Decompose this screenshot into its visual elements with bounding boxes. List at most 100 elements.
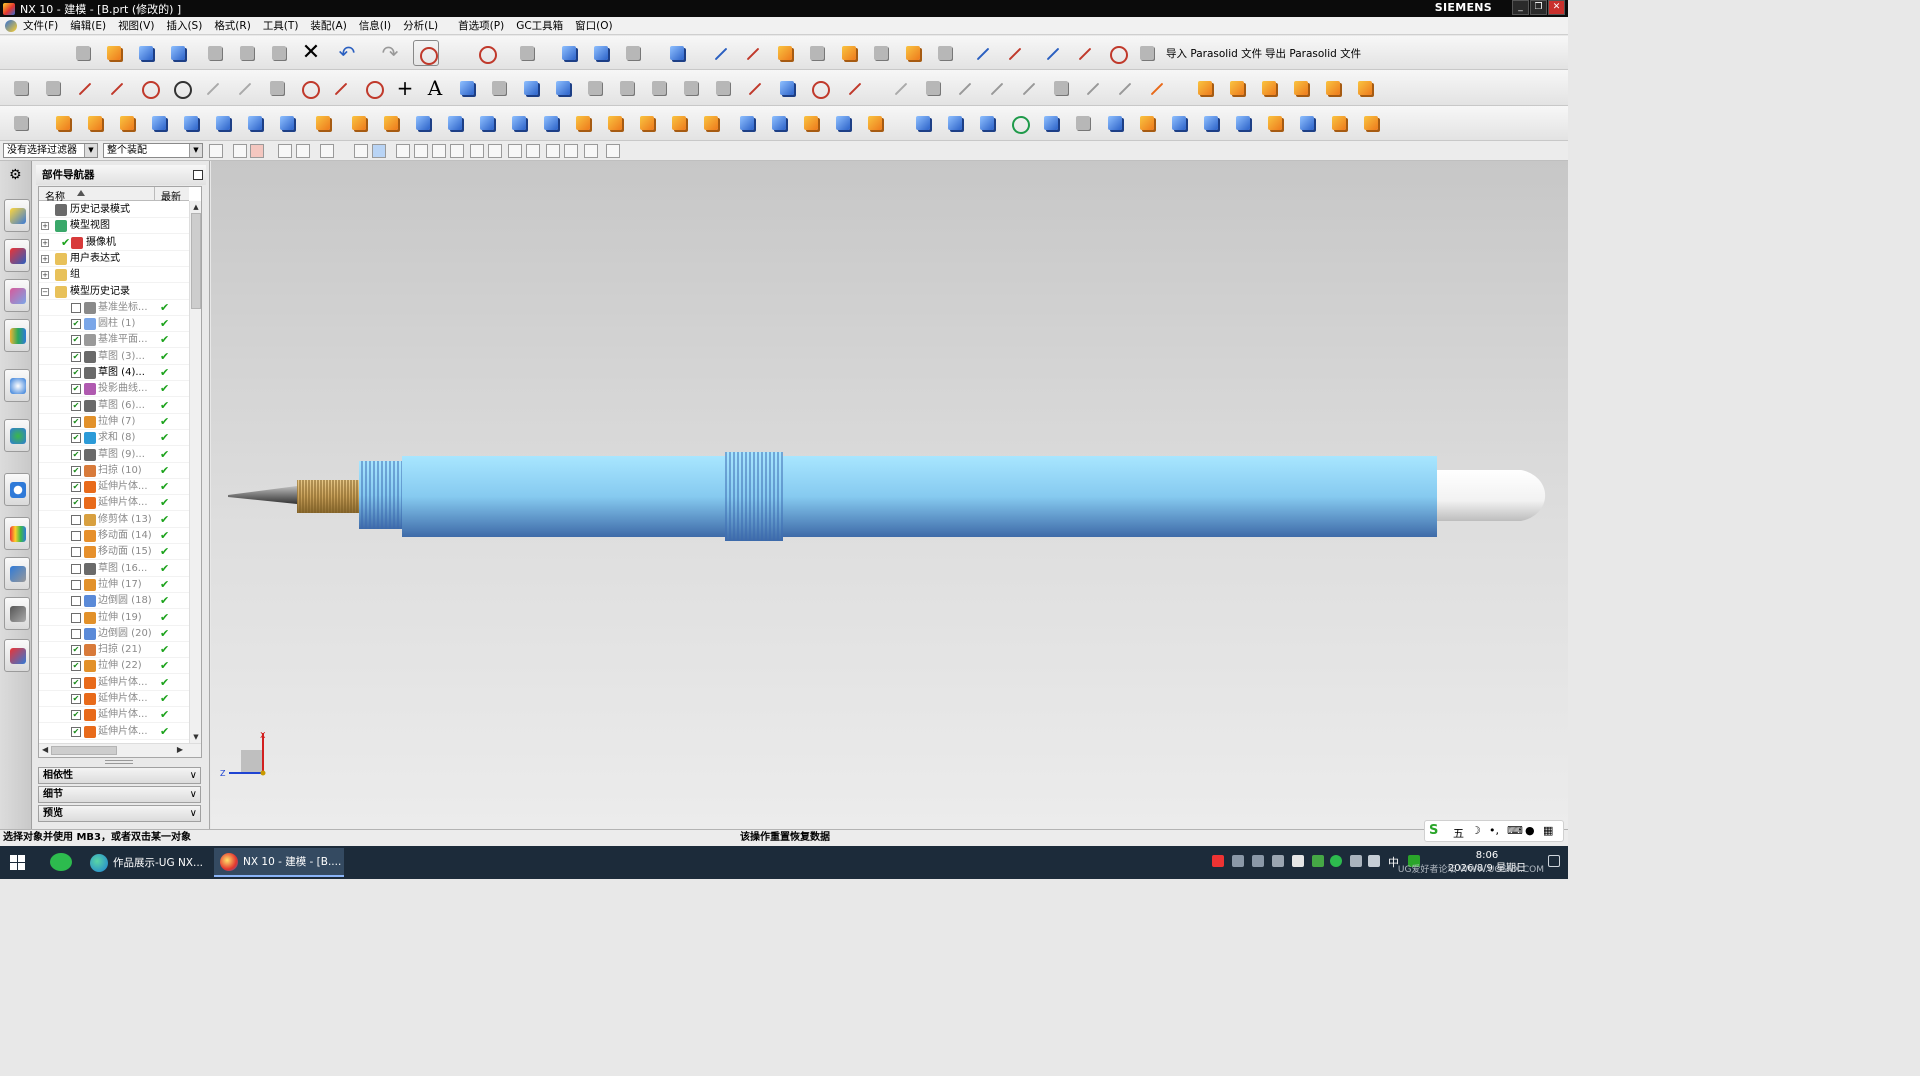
history-feature-row[interactable]: ✔ 基准平面... ✔ [39, 332, 189, 349]
feature-checkbox[interactable]: ✔ [71, 319, 81, 330]
history-feature-row[interactable]: ✔ 延伸片体... ✔ [39, 707, 189, 724]
face-blend-icon[interactable] [1262, 110, 1288, 136]
tree-node[interactable]: + 组 [39, 267, 189, 284]
boss-icon[interactable] [114, 110, 140, 136]
taskbar-edge-window[interactable]: 作品展示-UG NX... [84, 848, 210, 877]
feature-checkbox[interactable]: ✔ [71, 498, 81, 509]
expand-icon[interactable]: − [41, 287, 49, 296]
edit-object-display-icon[interactable] [900, 40, 926, 66]
point-icon[interactable]: + [392, 75, 418, 101]
menu-edit[interactable]: 编辑(E) [70, 18, 106, 33]
info-list-icon[interactable] [932, 40, 958, 66]
history-feature-row[interactable]: ✔ 延伸片体... ✔ [39, 724, 189, 740]
minimize-window-icon[interactable]: _ [1512, 0, 1529, 15]
tangent-icon[interactable] [984, 75, 1010, 101]
tree-vertical-scrollbar[interactable]: ▲ ▼ [189, 201, 201, 743]
pin-icon[interactable] [193, 170, 203, 180]
arc-measure-icon[interactable] [1072, 40, 1098, 66]
snap-intersection-icon[interactable] [450, 144, 464, 158]
expand-icon[interactable]: + [41, 222, 49, 231]
tray-shield-icon[interactable] [1292, 855, 1304, 867]
snap-point-on-face-icon[interactable] [546, 144, 560, 158]
menu-window[interactable]: 窗口(O) [575, 18, 612, 33]
rotate-view-icon[interactable] [514, 40, 540, 66]
thread-icon[interactable] [178, 110, 204, 136]
angle-icon[interactable] [1040, 40, 1066, 66]
menu-preferences[interactable]: 首选项(P) [458, 18, 504, 33]
orient-view-icon[interactable] [664, 40, 690, 66]
paste-icon[interactable] [266, 40, 292, 66]
history-feature-row[interactable]: ✔ 扫掠 (21) ✔ [39, 642, 189, 659]
dimension-icon[interactable] [920, 75, 946, 101]
feature-checkbox[interactable]: ✔ [71, 335, 81, 346]
scroll-down-icon[interactable]: ▼ [191, 732, 201, 742]
feature-checkbox[interactable] [71, 547, 81, 558]
selection-tools-icon[interactable] [606, 144, 620, 158]
graphics-window[interactable]: X Z [211, 161, 1568, 829]
history-feature-row[interactable]: ✔ 求和 (8) ✔ [39, 430, 189, 447]
draft-icon[interactable] [506, 110, 532, 136]
arc-icon[interactable] [136, 75, 162, 101]
tray-monitor-icon[interactable] [1350, 855, 1362, 867]
chamfer-icon[interactable] [442, 110, 468, 136]
history-feature-row[interactable]: 基准坐标... ✔ [39, 300, 189, 316]
feature-checkbox[interactable]: ✔ [71, 465, 81, 476]
history-feature-row[interactable]: ✔ 草图 (4)... ✔ [39, 365, 189, 381]
x-form-icon[interactable] [1294, 110, 1320, 136]
offset-surface-icon[interactable] [1166, 110, 1192, 136]
general-selection-icon[interactable] [233, 144, 247, 158]
history-feature-row[interactable]: 拉伸 (19) ✔ [39, 610, 189, 626]
curve-length-icon[interactable] [842, 75, 868, 101]
tree-node[interactable]: − 模型历史记录 [39, 284, 189, 300]
fix-icon[interactable] [1048, 75, 1074, 101]
menu-analysis[interactable]: 分析(L) [403, 18, 438, 33]
section-curve-icon[interactable] [582, 75, 608, 101]
feature-view-6-icon[interactable] [1352, 75, 1378, 101]
curvature-comb-icon[interactable] [806, 75, 832, 101]
history-feature-row[interactable]: ✔ 拉伸 (7) ✔ [39, 414, 189, 430]
keyboard-icon[interactable]: ⌨ [1507, 824, 1523, 837]
preview-panel[interactable]: 预览 ∨ [38, 805, 201, 822]
skin-icon[interactable]: ▦ [1543, 824, 1553, 837]
snap-options-icon[interactable] [584, 144, 598, 158]
ruled-icon[interactable] [1006, 110, 1032, 136]
type-filter-dropdown[interactable]: 没有选择过滤器 ▼ [3, 143, 98, 158]
snap-arc-center-icon[interactable] [470, 144, 484, 158]
tray-nvidia-icon[interactable] [1312, 855, 1324, 867]
cut-icon[interactable] [202, 40, 228, 66]
shell-icon[interactable] [474, 110, 500, 136]
cylinder-icon[interactable] [210, 110, 236, 136]
expand-icon[interactable]: + [41, 271, 49, 280]
punctuation-icon[interactable]: •, [1489, 824, 1499, 837]
feature-view-5-icon[interactable] [1320, 75, 1346, 101]
dependencies-panel[interactable]: 相依性 ∨ [38, 767, 201, 784]
history-feature-row[interactable]: ✔ 扫掠 (10) ✔ [39, 463, 189, 479]
project-curve-icon[interactable] [518, 75, 544, 101]
feature-checkbox[interactable]: ✔ [71, 400, 81, 411]
menu-view[interactable]: 视图(V) [118, 18, 154, 33]
role-icon[interactable] [4, 639, 30, 672]
rectangle-select-icon[interactable] [320, 144, 334, 158]
feature-view-1-icon[interactable] [1192, 75, 1218, 101]
pen-body[interactable] [402, 456, 1437, 537]
feature-checkbox[interactable]: ✔ [71, 449, 81, 460]
feature-view-4-icon[interactable] [1288, 75, 1314, 101]
feature-view-3-icon[interactable] [1256, 75, 1282, 101]
expand-icon[interactable]: + [41, 238, 49, 247]
through-curves-icon[interactable] [910, 110, 936, 136]
measure-icon[interactable] [868, 40, 894, 66]
history-feature-row[interactable]: 边倒圆 (18) ✔ [39, 593, 189, 610]
helix-icon[interactable] [454, 75, 480, 101]
gear-icon[interactable]: ⚙ [9, 167, 22, 183]
history-feature-row[interactable]: ✔ 圆柱 (1) ✔ [39, 316, 189, 333]
details-panel[interactable]: 细节 ∨ [38, 786, 201, 803]
snap-existing-point-icon[interactable] [508, 144, 522, 158]
history-feature-row[interactable]: ✔ 拉伸 (22) ✔ [39, 658, 189, 675]
profile-icon[interactable] [72, 75, 98, 101]
tray-display-icon[interactable] [1272, 855, 1284, 867]
tree-node[interactable]: + ✔ 摄像机 [39, 235, 189, 251]
snap-icon[interactable] [970, 40, 996, 66]
wrap-curve-icon[interactable] [774, 75, 800, 101]
feature-checkbox[interactable]: ✔ [71, 645, 81, 656]
edge-blend-icon[interactable] [410, 110, 436, 136]
